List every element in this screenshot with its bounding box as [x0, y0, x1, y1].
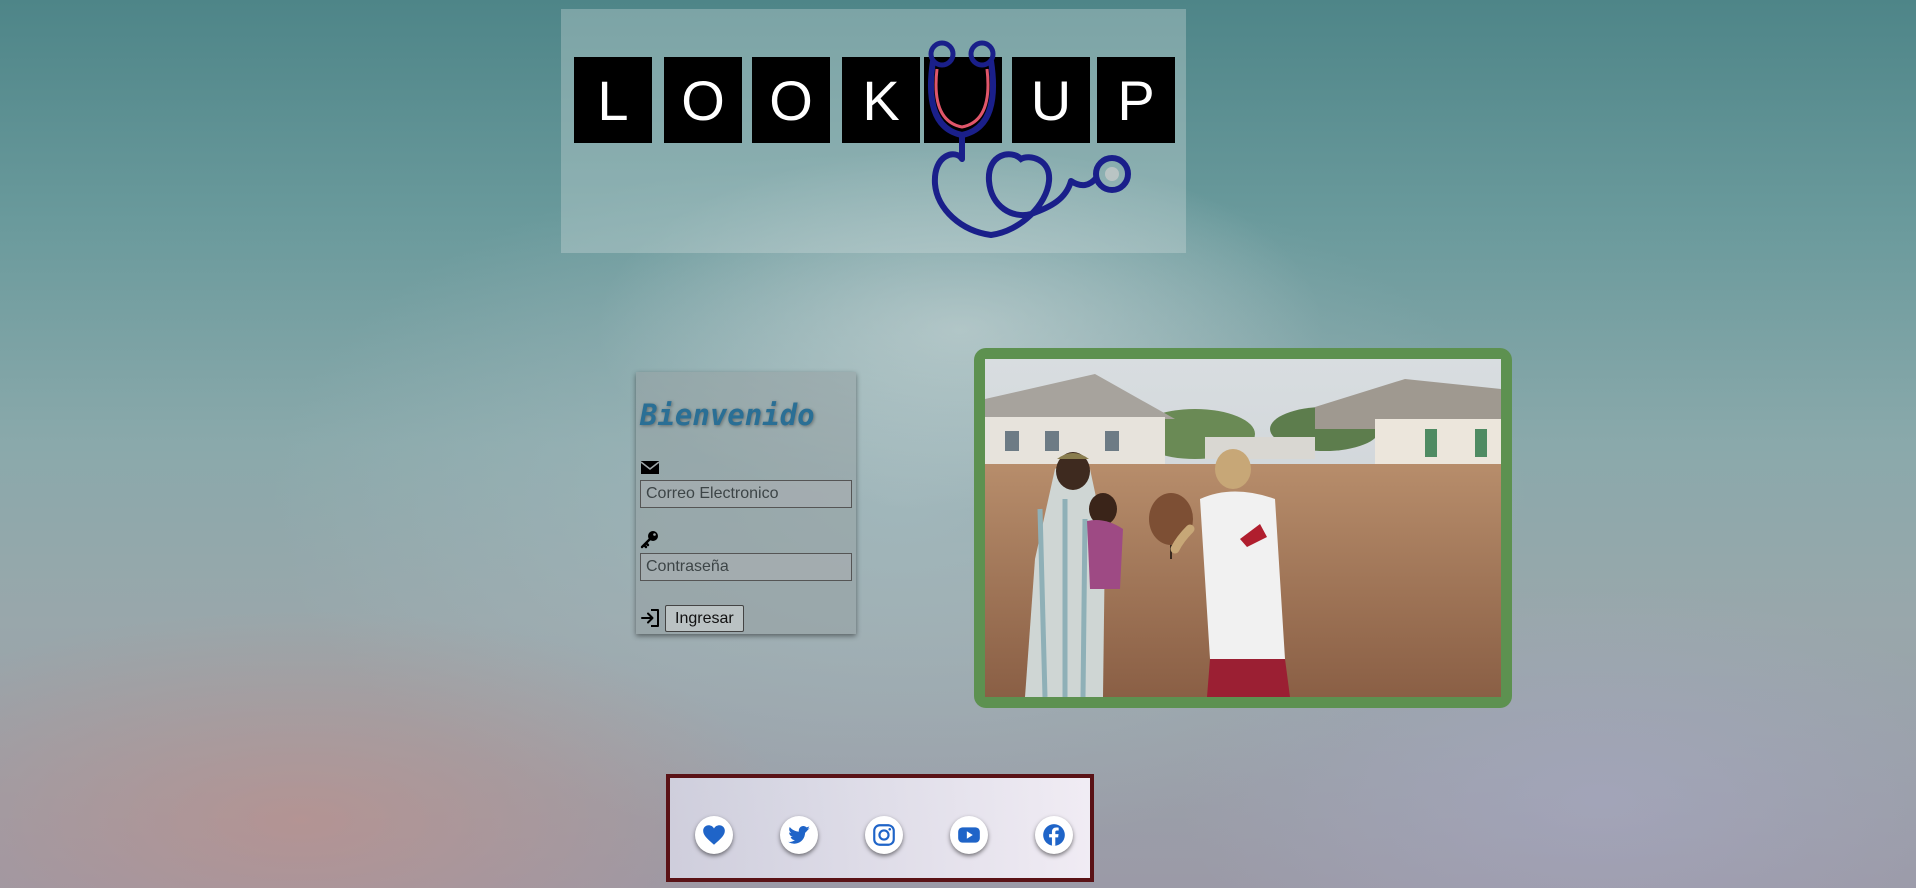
heart-icon — [703, 825, 725, 845]
password-field[interactable] — [640, 553, 852, 581]
logo-letter-o1: O — [664, 57, 742, 143]
login-title: Bienvenido — [640, 398, 815, 432]
twitter-icon — [788, 826, 810, 844]
login-button[interactable]: Ingresar — [665, 605, 744, 632]
login-card: Bienvenido Ingresar — [636, 372, 856, 634]
email-field[interactable] — [640, 480, 852, 508]
social-heart-link[interactable] — [695, 816, 733, 854]
youtube-icon — [958, 827, 980, 843]
logo-letter-u: U — [1012, 57, 1090, 143]
logo-letter-k: K — [842, 57, 920, 143]
social-youtube-link[interactable] — [950, 816, 988, 854]
social-twitter-link[interactable] — [780, 816, 818, 854]
sign-in-icon — [641, 609, 659, 627]
facebook-icon — [1043, 824, 1065, 846]
social-instagram-link[interactable] — [865, 816, 903, 854]
photo — [985, 359, 1501, 697]
envelope-icon — [640, 461, 660, 474]
instagram-icon — [873, 824, 895, 846]
key-icon — [640, 531, 658, 549]
photo-frame — [974, 348, 1512, 708]
social-facebook-link[interactable] — [1035, 816, 1073, 854]
logo: L O O K U P — [561, 9, 1186, 253]
logo-letter-p: P — [1097, 57, 1175, 143]
logo-letter-l: L — [574, 57, 652, 143]
logo-letter-o2: O — [752, 57, 830, 143]
social-bar — [666, 774, 1094, 882]
